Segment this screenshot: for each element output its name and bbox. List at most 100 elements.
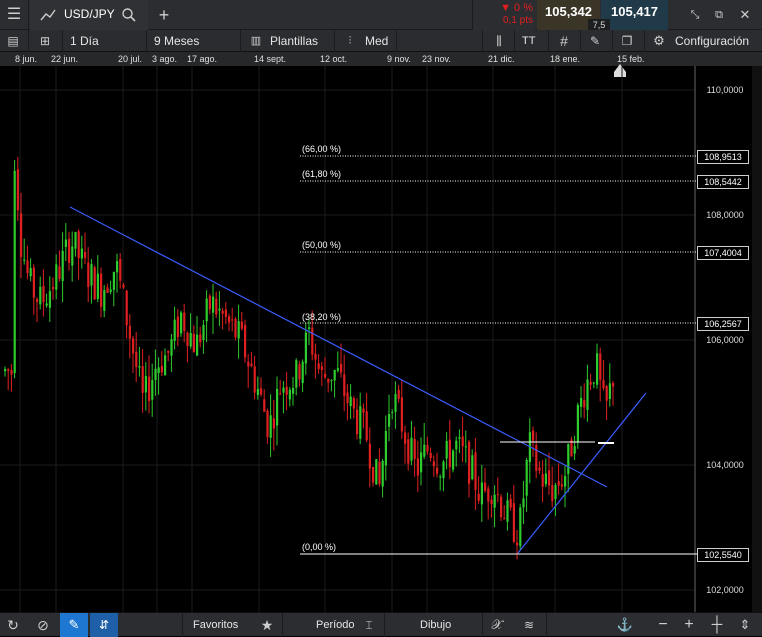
candle-body (317, 363, 320, 369)
add-tab-icon[interactable]: + (152, 0, 176, 30)
candle-body (215, 298, 218, 315)
candle-body (80, 248, 83, 259)
candle-body (132, 338, 135, 354)
date-tick: 23 nov. (422, 54, 451, 64)
change-pts: 0,1 pts (502, 15, 533, 26)
anchor-icon[interactable]: ⚓ (616, 616, 634, 634)
candle-body (109, 289, 112, 292)
crosshair-icon[interactable]: ┼ (708, 616, 726, 634)
period-icon[interactable]: ⌶ (360, 616, 378, 634)
candle-body (279, 393, 282, 395)
candle-body (234, 318, 237, 338)
candle-body (106, 287, 109, 293)
candle-body (548, 470, 551, 486)
candle-body (93, 267, 96, 300)
candle-body (263, 399, 266, 412)
fib-price-box: 108,5442 (697, 175, 749, 189)
candle-body (573, 446, 576, 454)
no-entry-icon[interactable]: ⊘ (34, 616, 52, 634)
menu-icon[interactable]: ☰ (0, 0, 29, 30)
date-tick: 17 ago. (187, 54, 218, 64)
candle-body (183, 312, 186, 332)
candle-body (205, 298, 208, 322)
candle-body (496, 494, 499, 496)
configuration-button[interactable]: Configuración (675, 30, 749, 52)
pencil-tool-button[interactable]: ✎ (60, 613, 88, 637)
drawing-button[interactable]: Dibujo (420, 613, 451, 637)
collapse-icon[interactable]: ⤡ (686, 0, 704, 30)
candle-body (164, 355, 167, 376)
candle-body (336, 368, 339, 371)
candle-body (445, 440, 448, 459)
layout-grid-icon[interactable]: ⊞ (36, 34, 54, 48)
favorites-button[interactable]: Favoritos (193, 613, 238, 637)
candle-body (384, 430, 387, 466)
price-tick: 110,0000 (706, 85, 744, 95)
candle-body (612, 383, 615, 387)
candle-body (468, 441, 471, 484)
indicators-icon[interactable]: ⫼ (490, 34, 508, 48)
candle-body (432, 461, 435, 467)
candle-body (560, 484, 563, 487)
candle-body (55, 264, 58, 290)
chart-line-icon (40, 9, 56, 21)
wave-icon[interactable]: ≋ (520, 616, 538, 634)
candle-body (285, 386, 288, 395)
candle-body (189, 332, 192, 347)
close-icon[interactable]: ✕ (736, 0, 754, 30)
zoom-out-icon[interactable]: − (654, 616, 672, 634)
candle-body (112, 271, 115, 290)
candle-body (461, 436, 464, 447)
vertical-resize-icon[interactable]: ⇕ (736, 616, 754, 634)
candle-body (452, 450, 455, 470)
draw-tool-icon[interactable]: ✎ (586, 33, 604, 49)
refresh-icon[interactable]: ↻ (4, 616, 22, 634)
search-icon[interactable] (122, 8, 136, 22)
candle-body (407, 439, 410, 464)
candle-body (135, 351, 138, 368)
price-chart[interactable] (0, 66, 762, 612)
candle-body (589, 381, 592, 385)
popout-icon[interactable]: ⧉ (710, 0, 728, 30)
candle-body (397, 389, 400, 399)
chart-tab[interactable]: USD/JPY (30, 0, 148, 30)
candle-body (455, 440, 458, 450)
candle-body (554, 485, 557, 500)
period-button[interactable]: Período (316, 613, 355, 637)
candle-body (576, 404, 579, 442)
candle-body (151, 380, 154, 400)
range-select[interactable]: 9 Meses (154, 30, 199, 52)
candle-body (260, 388, 263, 395)
candle-body (314, 353, 317, 360)
price-tick: 102,0000 (706, 585, 744, 595)
chart-style-select[interactable]: Med (365, 30, 388, 52)
candle-body (464, 446, 467, 448)
candle-body (330, 379, 333, 381)
list-icon[interactable]: ▤ (4, 34, 22, 48)
ask-price: 105,417 (611, 4, 658, 19)
candle-body (36, 299, 39, 302)
candle-body (148, 376, 151, 402)
star-icon[interactable]: ★ (258, 616, 276, 634)
candle-body (503, 518, 506, 520)
candle-body (324, 373, 327, 378)
magnet-tool-button[interactable]: ⇵ (90, 613, 118, 637)
crosshair-grid-icon[interactable]: # (555, 33, 573, 49)
fibonacci-icon[interactable]: 𝒳 (488, 616, 506, 634)
text-tool-button[interactable]: TT (522, 30, 535, 52)
candle-body (340, 363, 343, 373)
candle-body (32, 267, 35, 298)
ask-price-button[interactable]: 105,417 (601, 0, 668, 30)
candle-body (228, 316, 231, 323)
candle-body (288, 389, 291, 400)
windows-icon[interactable]: ❐ (618, 33, 636, 49)
candle-body (186, 332, 189, 347)
timeframe-select[interactable]: 1 Día (70, 30, 99, 52)
price-axis-scrollbar[interactable] (752, 66, 762, 612)
templates-button[interactable]: Plantillas (270, 30, 318, 52)
zoom-in-icon[interactable]: + (680, 616, 698, 634)
candle-body (64, 239, 67, 247)
candle-body (525, 460, 528, 496)
pencil-icon: ✎ (68, 617, 80, 632)
candle-body (10, 370, 13, 375)
